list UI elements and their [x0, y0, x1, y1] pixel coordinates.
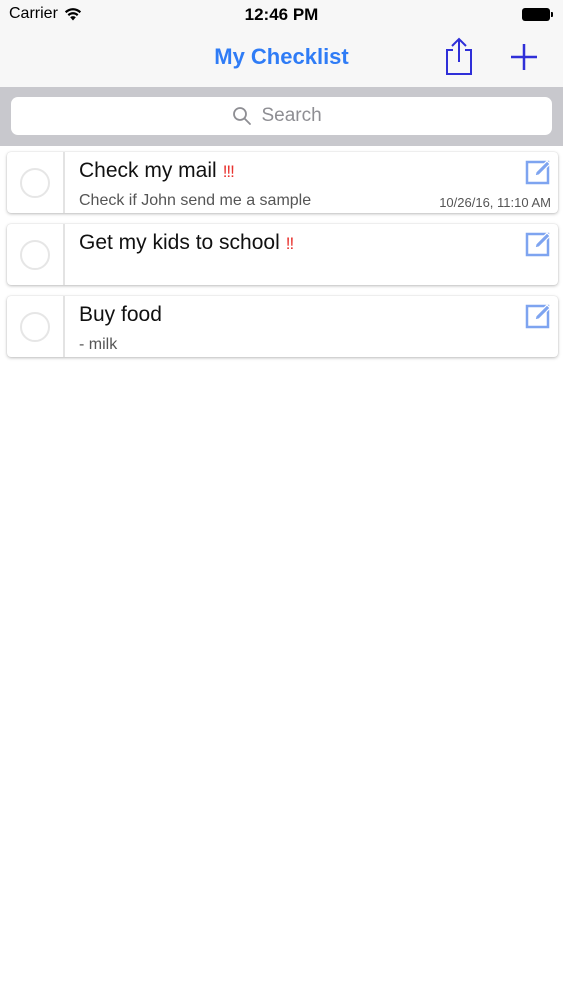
item-title: Buy food — [79, 303, 168, 327]
status-time: 12:46 PM — [244, 5, 319, 24]
item-date: 10/26/16, 11:10 AM — [439, 195, 551, 210]
priority-marker: !!! — [222, 162, 235, 181]
search-icon — [232, 107, 251, 125]
item-title: Check my mail!!! — [79, 159, 235, 183]
share-icon — [446, 37, 472, 75]
item-title: Get my kids to school!! — [79, 231, 295, 255]
plus-icon — [511, 44, 537, 70]
add-item-button[interactable] — [507, 40, 541, 74]
unchecked-circle-icon — [20, 168, 50, 198]
item-title-text: Check my mail — [79, 159, 217, 182]
checklist-item[interactable]: Buy food - milk — [7, 296, 558, 357]
search-input[interactable] — [261, 105, 332, 127]
edit-icon[interactable] — [525, 230, 552, 257]
item-title-text: Get my kids to school — [79, 231, 280, 254]
search-field[interactable] — [11, 97, 552, 135]
status-bar: Carrier 12:46 PM — [0, 0, 563, 30]
search-bar — [0, 87, 563, 146]
checklist-item[interactable]: Get my kids to school!! — [7, 224, 558, 285]
page-title: My Checklist — [214, 44, 349, 69]
checkbox-toggle[interactable] — [7, 296, 65, 357]
navigation-bar: My Checklist — [0, 30, 563, 87]
share-button[interactable] — [442, 36, 476, 76]
unchecked-circle-icon — [20, 240, 50, 270]
edit-icon[interactable] — [525, 158, 552, 185]
checklist-item[interactable]: Check my mail!!! Check if John send me a… — [7, 152, 558, 213]
checkbox-toggle[interactable] — [7, 152, 65, 213]
priority-marker: !! — [285, 234, 295, 253]
item-note: Check if John send me a sample — [79, 192, 312, 209]
item-title-text: Buy food — [79, 303, 162, 326]
battery-icon — [522, 8, 554, 21]
checkbox-toggle[interactable] — [7, 224, 65, 285]
item-note: - milk — [79, 336, 118, 353]
edit-icon[interactable] — [525, 302, 552, 329]
unchecked-circle-icon — [20, 312, 50, 342]
